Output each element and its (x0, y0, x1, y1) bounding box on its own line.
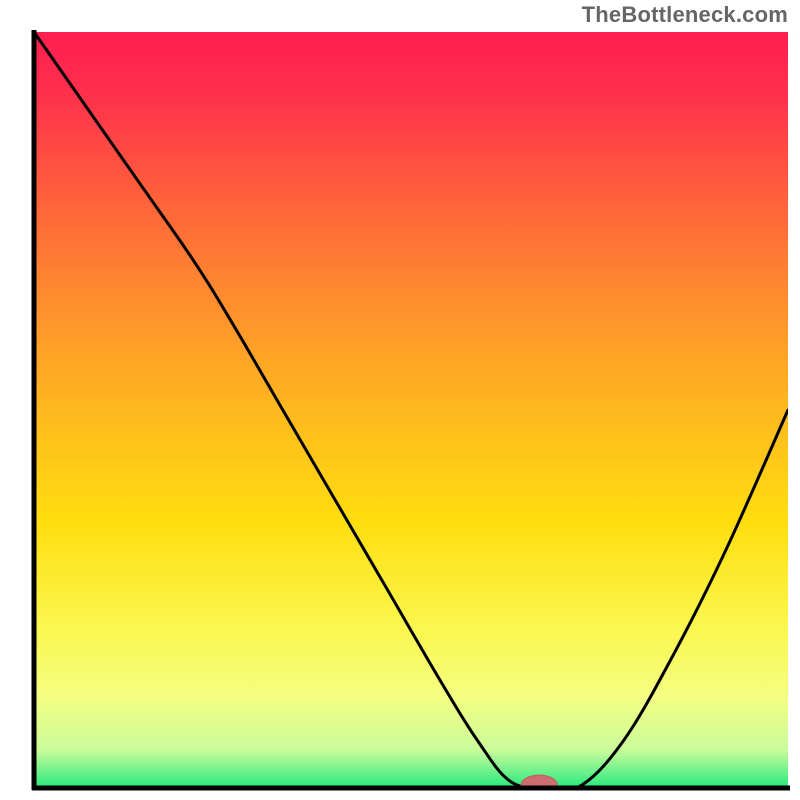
watermark-text: TheBottleneck.com (582, 2, 788, 28)
bottleneck-chart (0, 0, 800, 800)
plot-background-gradient (34, 32, 788, 788)
optimal-point-marker (521, 775, 557, 795)
